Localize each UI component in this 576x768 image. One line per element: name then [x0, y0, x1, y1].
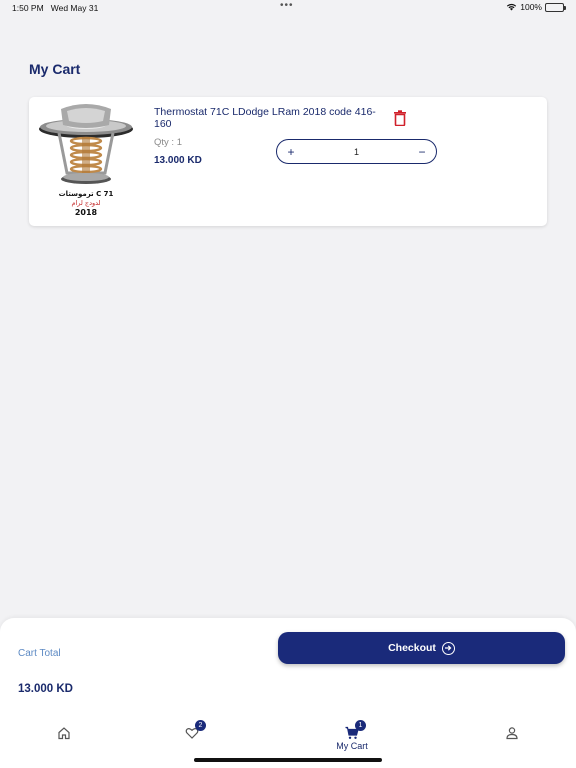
checkout-label: Checkout: [388, 642, 436, 654]
home-indicator[interactable]: [194, 758, 382, 762]
status-time: 1:50 PM Wed May 31: [12, 3, 99, 13]
favorites-badge: 2: [195, 720, 206, 731]
tab-label-my-cart: My Cart: [336, 741, 368, 751]
home-icon: [58, 727, 70, 740]
wifi-icon: [507, 3, 517, 11]
product-image[interactable]: ترموستات C 71 لدودج لرام 2018: [37, 103, 139, 218]
trash-icon[interactable]: [393, 110, 407, 126]
status-bar: 1:50 PM Wed May 31 ••• 100%: [0, 0, 576, 16]
status-right: 100%: [506, 2, 566, 12]
battery-icon: [545, 2, 566, 12]
quantity-stepper: + 1 −: [276, 139, 437, 164]
product-qty-label: Qty : 1: [154, 137, 182, 148]
arrow-right-circle-icon: [441, 641, 455, 655]
tab-profile[interactable]: [482, 726, 542, 756]
cart-icon-wrapper: 1: [345, 720, 366, 740]
cart-item-card: ترموستات C 71 لدودج لرام 2018 Thermostat…: [29, 97, 547, 226]
decrease-quantity-button[interactable]: −: [416, 145, 428, 159]
battery-percent: 100%: [520, 2, 542, 12]
quantity-value: 1: [353, 146, 359, 157]
product-name[interactable]: Thermostat 71C LDodge LRam 2018 code 416…: [154, 106, 384, 130]
page-title: My Cart: [29, 61, 81, 77]
multitasking-dots[interactable]: •••: [280, 0, 294, 11]
tab-home[interactable]: [34, 726, 94, 756]
cart-badge: 1: [355, 720, 366, 731]
svg-text:2018: 2018: [75, 208, 98, 217]
cart-total-value: 13.000 KD: [18, 683, 73, 695]
svg-text:ترموستات C 71: ترموستات C 71: [59, 190, 114, 198]
product-price: 13.000 KD: [154, 155, 202, 166]
tab-my-cart[interactable]: 1 My Cart: [322, 720, 382, 756]
tab-favorites[interactable]: 2: [162, 720, 222, 756]
checkout-button[interactable]: Checkout: [278, 632, 565, 664]
increase-quantity-button[interactable]: +: [285, 145, 297, 159]
profile-icon: [506, 727, 518, 740]
svg-text:لدودج لرام: لدودج لرام: [71, 199, 100, 207]
cart-total-label: Cart Total: [18, 648, 61, 659]
heart-icon-wrapper: 2: [185, 720, 206, 740]
